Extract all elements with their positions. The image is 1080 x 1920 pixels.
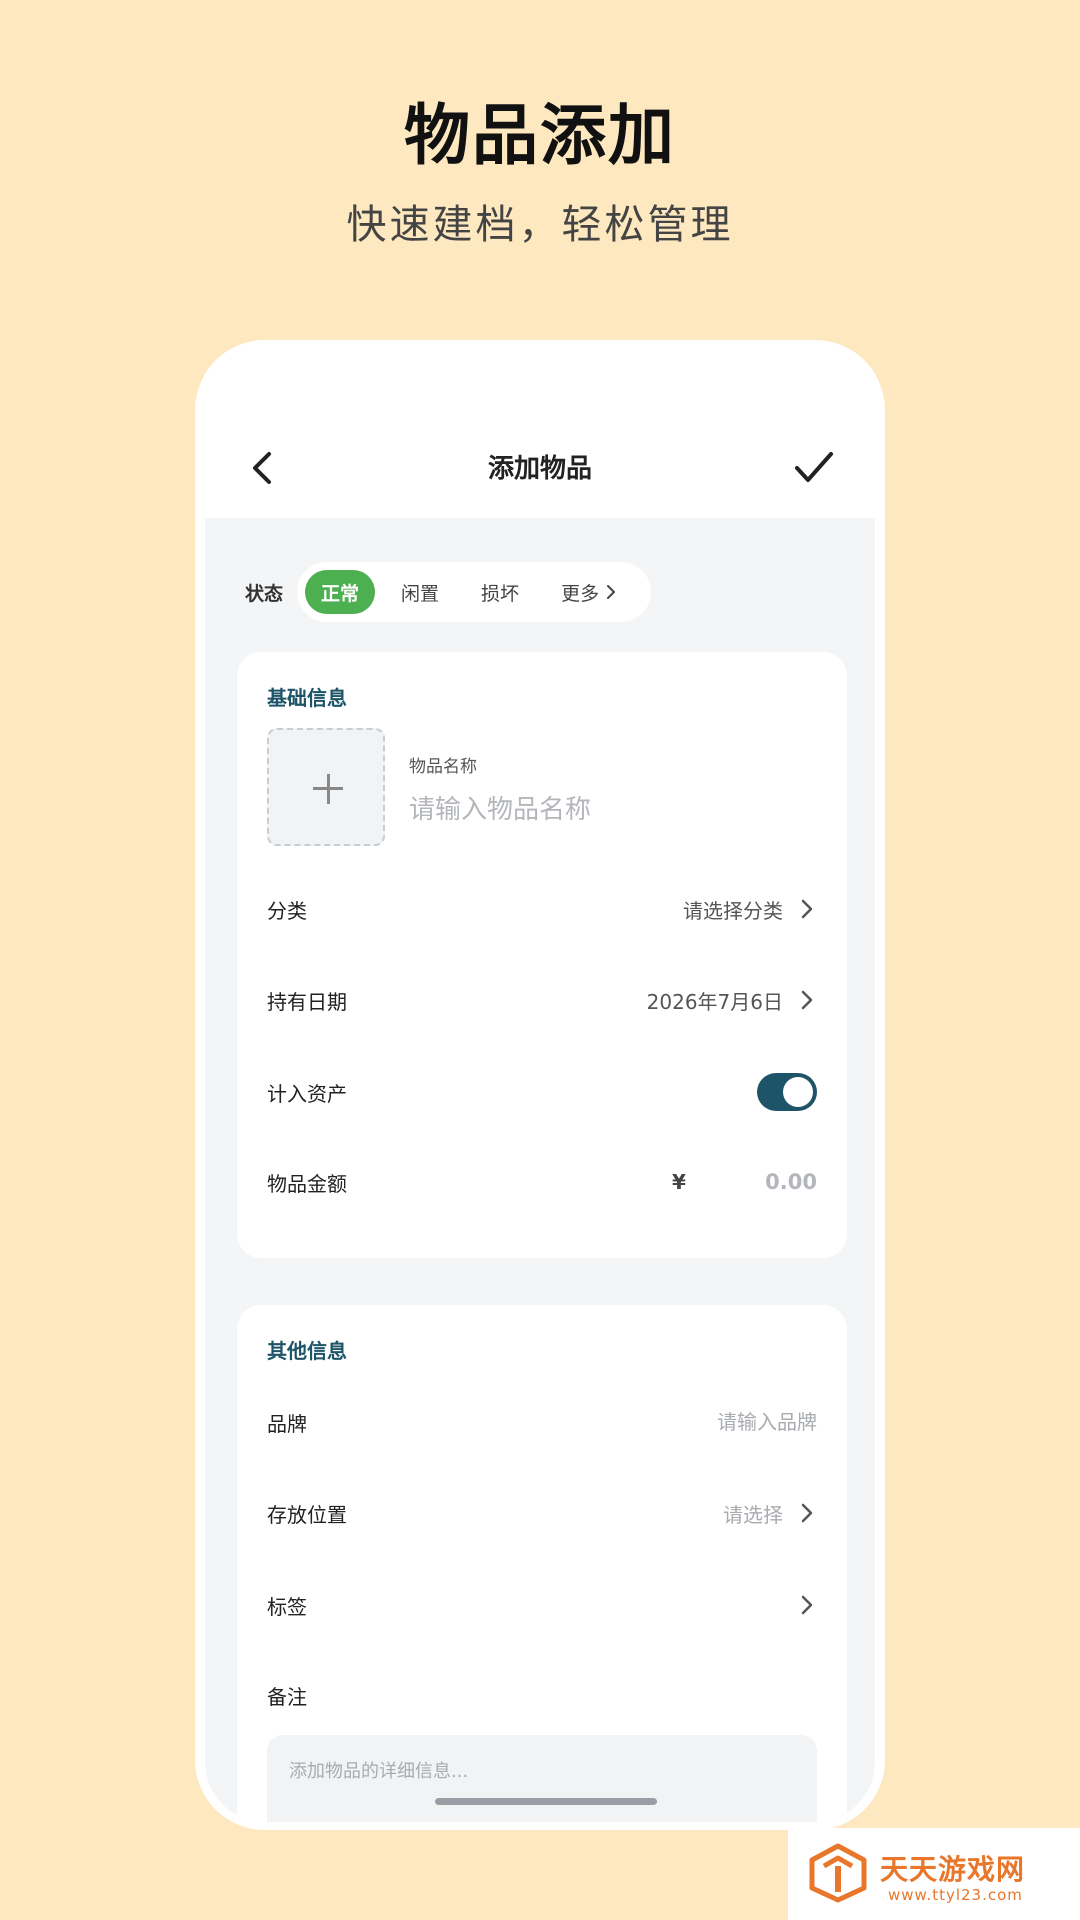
app-screen: 添加物品 状态 正常 闲置 损坏 更多 基础信息 物品名称 请输入物品名称 分类…	[205, 340, 875, 1822]
amount-row: 物品金额 ¥	[267, 1152, 817, 1212]
basic-info-card: 基础信息 物品名称 分类 请选择分类	[237, 652, 847, 1258]
brand-row: 品牌	[267, 1392, 817, 1452]
notes-row: 备注	[267, 1665, 817, 1725]
status-row: 状态 正常 闲置 损坏 更多	[245, 562, 652, 622]
watermark: 天天游戏网 www.ttyl23.com	[788, 1828, 1080, 1920]
status-chip-broken[interactable]: 损坏	[465, 570, 535, 614]
other-info-card: 其他信息 品牌 存放位置 请选择 标签	[237, 1305, 847, 1822]
chip-label: 更多	[561, 582, 600, 605]
amount-label: 物品金额	[267, 1171, 347, 1196]
tags-row[interactable]: 标签	[267, 1575, 817, 1635]
tags-label: 标签	[267, 1594, 307, 1619]
chip-label: 正常	[321, 582, 360, 605]
category-row[interactable]: 分类 请选择分类	[267, 879, 817, 939]
category-label: 分类	[267, 898, 307, 923]
add-photo-button[interactable]	[267, 728, 385, 846]
chip-label: 闲置	[401, 582, 440, 605]
category-value: 请选择分类	[683, 898, 783, 923]
navbar: 添加物品	[205, 340, 875, 518]
brand-label: 品牌	[267, 1411, 307, 1436]
location-row[interactable]: 存放位置 请选择	[267, 1483, 817, 1543]
hero-title: 物品添加	[404, 97, 676, 174]
count-as-asset-toggle[interactable]	[757, 1073, 817, 1111]
home-indicator	[435, 1798, 657, 1805]
amount-input[interactable]	[697, 1170, 817, 1194]
location-label: 存放位置	[267, 1502, 347, 1527]
status-chip-normal[interactable]: 正常	[305, 570, 376, 614]
status-chip-idle[interactable]: 闲置	[385, 570, 455, 614]
toggle-knob	[783, 1077, 813, 1107]
chevron-right-icon	[801, 1503, 813, 1523]
hold-date-value: 2026年7月6日	[646, 989, 783, 1014]
location-value: 请选择	[723, 1502, 783, 1527]
tags-value-wrap	[783, 1594, 817, 1616]
hold-date-value-wrap: 2026年7月6日	[647, 986, 817, 1015]
item-name-label: 物品名称	[409, 757, 477, 777]
site-logo-icon	[809, 1843, 867, 1903]
count-as-asset-row: 计入资产	[267, 1062, 817, 1122]
watermark-name: 天天游戏网	[880, 1853, 1026, 1886]
chevron-right-icon	[801, 990, 813, 1010]
plus-icon	[326, 774, 330, 804]
category-value-wrap: 请选择分类	[683, 895, 817, 924]
hold-date-row[interactable]: 持有日期 2026年7月6日	[267, 970, 817, 1030]
phone-frame: 添加物品 状态 正常 闲置 损坏 更多 基础信息 物品名称 请输入物品名称 分类…	[195, 340, 885, 1830]
hold-date-label: 持有日期	[267, 989, 347, 1014]
chevron-right-icon	[801, 1595, 813, 1615]
count-as-asset-label: 计入资产	[267, 1081, 347, 1106]
screenshot-stage: 物品添加 快速建档，轻松管理 添加物品 状态 正常 闲置 损坏 更多 基础信息 …	[0, 0, 1080, 1920]
hero-subtitle: 快速建档，轻松管理	[346, 202, 734, 248]
location-value-wrap: 请选择	[723, 1499, 817, 1528]
brand-input[interactable]	[557, 1410, 817, 1434]
item-name-input[interactable]	[409, 788, 809, 832]
section-title: 其他信息	[267, 1339, 347, 1363]
status-chip-more[interactable]: 更多	[545, 570, 633, 614]
section-title: 基础信息	[267, 686, 347, 710]
notes-label: 备注	[267, 1684, 307, 1709]
page-title: 添加物品	[487, 454, 592, 484]
currency-symbol: ¥	[672, 1170, 686, 1194]
chevron-right-icon	[801, 899, 813, 919]
status-selector: 正常 闲置 损坏 更多	[297, 562, 652, 622]
check-icon[interactable]	[791, 444, 837, 490]
status-label: 状态	[245, 582, 284, 605]
chip-label: 损坏	[481, 582, 520, 605]
notes-textarea[interactable]	[267, 1735, 817, 1822]
chevron-right-icon	[607, 585, 616, 599]
watermark-url: www.ttyl23.com	[888, 1886, 1023, 1904]
